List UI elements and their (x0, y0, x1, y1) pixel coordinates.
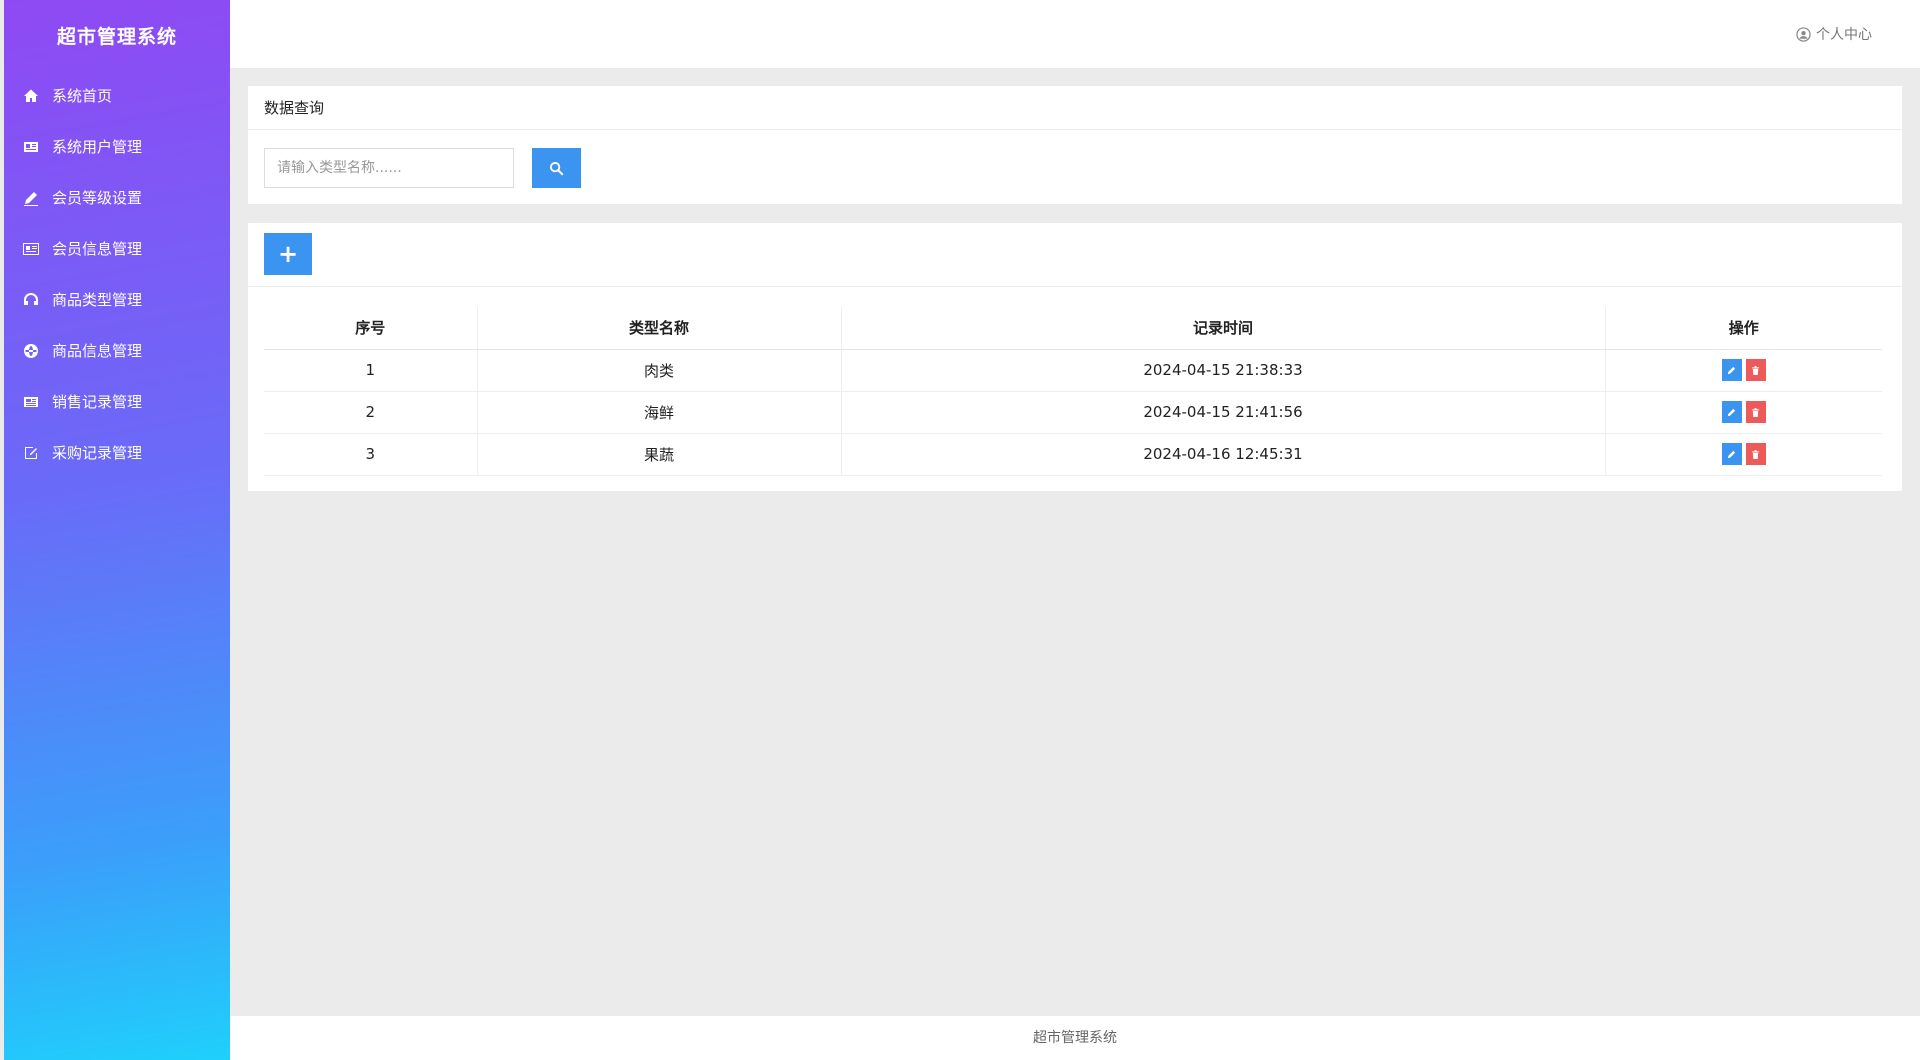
edit-icon (1728, 366, 1736, 374)
table-row: 3 果蔬 2024-04-16 12:45:31 (264, 433, 1882, 476)
sidebar-item-member-level[interactable]: 会员等级设置 (4, 172, 230, 223)
user-center-link[interactable]: 个人中心 (1796, 24, 1872, 44)
data-table: 序号 类型名称 记录时间 操作 1 肉类 2024-04-15 21:38:33 (264, 307, 1882, 476)
query-panel: 数据查询 (248, 86, 1902, 204)
query-panel-title: 数据查询 (248, 86, 1902, 130)
sidebar-item-label: 商品信息管理 (52, 342, 143, 360)
cell-time: 2024-04-15 21:41:56 (840, 391, 1605, 434)
plus-icon: + (277, 240, 299, 268)
toolbar: + (248, 223, 1902, 287)
sidebar: 超市管理系统 系统首页 系统用户管理 会员等级设置 会员信息管理 商品类型管理 … (4, 0, 230, 1060)
sidebar-item-product-type[interactable]: 商品类型管理 (4, 274, 230, 325)
cell-time: 2024-04-15 21:38:33 (840, 349, 1605, 392)
cell-name: 海鲜 (476, 391, 841, 434)
trash-icon (1752, 449, 1760, 459)
sidebar-item-member-info[interactable]: 会员信息管理 (4, 223, 230, 274)
delete-button[interactable] (1745, 359, 1766, 381)
delete-button[interactable] (1745, 443, 1766, 465)
cell-index: 2 (264, 391, 477, 434)
trash-icon (1752, 407, 1760, 417)
cell-time: 2024-04-16 12:45:31 (840, 433, 1605, 476)
column-header-name: 类型名称 (476, 307, 841, 350)
newspaper-icon (22, 394, 40, 410)
edit-icon (1728, 408, 1736, 416)
sidebar-item-label: 系统用户管理 (52, 138, 143, 156)
search-icon (549, 161, 564, 175)
sidebar-item-product-info[interactable]: 商品信息管理 (4, 325, 230, 376)
cell-name: 果蔬 (476, 433, 841, 476)
user-center-label: 个人中心 (1816, 27, 1872, 43)
search-button[interactable] (532, 148, 581, 188)
column-header-index: 序号 (264, 307, 477, 350)
sidebar-item-home[interactable]: 系统首页 (4, 70, 230, 121)
edit-button[interactable] (1721, 443, 1742, 465)
column-header-actions: 操作 (1604, 307, 1882, 350)
app-title: 超市管理系统 (56, 25, 177, 48)
sidebar-item-label: 会员信息管理 (52, 240, 143, 258)
table-header-row: 序号 类型名称 记录时间 操作 (264, 307, 1882, 350)
cell-actions (1604, 349, 1882, 392)
pencil-icon (22, 190, 40, 206)
search-row (248, 130, 1902, 188)
search-input[interactable] (264, 148, 514, 188)
table-row: 1 肉类 2024-04-15 21:38:33 (264, 349, 1882, 392)
top-bar: 个人中心 (230, 0, 1920, 68)
sidebar-item-label: 销售记录管理 (52, 393, 143, 411)
sidebar-item-sales[interactable]: 销售记录管理 (4, 376, 230, 427)
headphones-icon (22, 292, 40, 308)
edit-icon (1728, 450, 1736, 458)
user-circle-icon (1796, 26, 1811, 42)
list-panel: + 序号 类型名称 记录时间 操作 1 肉类 2024-04-15 21:38:… (248, 223, 1902, 491)
cell-index: 1 (264, 349, 477, 392)
sidebar-item-users[interactable]: 系统用户管理 (4, 121, 230, 172)
cell-index: 3 (264, 433, 477, 476)
sidebar-item-label: 采购记录管理 (52, 444, 143, 462)
table-row: 2 海鲜 2024-04-15 21:41:56 (264, 391, 1882, 434)
sidebar-item-label: 系统首页 (52, 87, 113, 105)
footer: 超市管理系统 (230, 1016, 1920, 1060)
add-button[interactable]: + (264, 233, 312, 275)
home-icon (22, 88, 40, 104)
address-card-icon (22, 241, 40, 257)
sidebar-item-label: 会员等级设置 (52, 189, 143, 207)
cell-actions (1604, 433, 1882, 476)
edit-button[interactable] (1721, 401, 1742, 423)
cell-name: 肉类 (476, 349, 841, 392)
column-header-time: 记录时间 (840, 307, 1605, 350)
trash-icon (1752, 365, 1760, 375)
edit-icon (22, 445, 40, 461)
delete-button[interactable] (1745, 401, 1766, 423)
edit-button[interactable] (1721, 359, 1742, 381)
id-card-icon (22, 139, 40, 155)
sidebar-menu: 系统首页 系统用户管理 会员等级设置 会员信息管理 商品类型管理 商品信息管理 … (4, 70, 230, 478)
sidebar-item-purchase[interactable]: 采购记录管理 (4, 427, 230, 478)
globe-icon (22, 343, 40, 359)
sidebar-item-label: 商品类型管理 (52, 291, 143, 309)
cell-actions (1604, 391, 1882, 434)
